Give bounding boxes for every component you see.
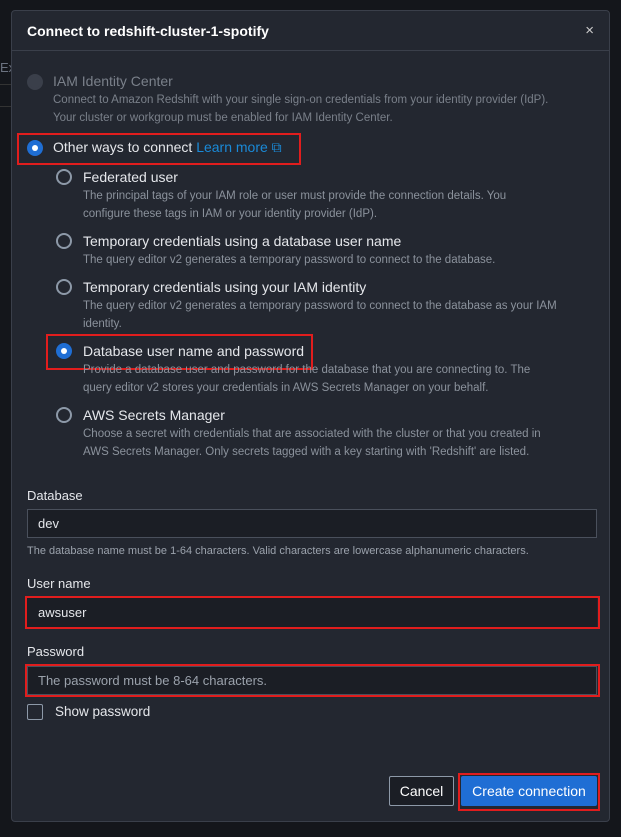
database-label: Database	[27, 488, 83, 503]
sub-label: Temporary credentials using a database u…	[83, 233, 402, 249]
external-link-icon[interactable]: ⧉	[272, 139, 282, 155]
username-label: User name	[27, 576, 91, 591]
password-input[interactable]	[27, 666, 597, 695]
password-label: Password	[27, 644, 85, 659]
close-icon[interactable]: ×	[585, 22, 594, 39]
sub-label: Database user name and password	[83, 343, 305, 359]
username-input[interactable]	[27, 598, 597, 627]
radio-secrets-manager[interactable]	[56, 407, 72, 423]
show-password-label[interactable]: Show password	[55, 704, 150, 719]
database-hint: The database name must be 1-64 character…	[27, 545, 529, 557]
divider	[0, 106, 11, 107]
radio-federated-user[interactable]	[56, 169, 72, 185]
sub-label: Temporary credentials using your IAM ide…	[83, 279, 367, 295]
other-ways-label: Other ways to connect Learn more ⧉	[53, 139, 282, 155]
sub-desc: The query editor v2 generates a temporar…	[83, 254, 496, 266]
learn-more-link[interactable]: Learn more	[196, 139, 268, 155]
sub-label: Federated user	[83, 169, 178, 185]
show-password-checkbox[interactable]	[27, 704, 43, 720]
cancel-button[interactable]: Cancel	[389, 776, 454, 806]
sub-desc: The query editor v2 generates a temporar…	[83, 300, 557, 330]
sub-desc: Choose a secret with credentials that ar…	[83, 428, 541, 458]
radio-db-user-password[interactable]	[56, 343, 72, 359]
dialog-header: Connect to redshift-cluster-1-spotify ×	[12, 11, 609, 51]
sub-desc: Provide a database user and password for…	[83, 364, 531, 394]
sub-label: AWS Secrets Manager	[83, 407, 225, 423]
create-connection-button[interactable]: Create connection	[461, 776, 597, 806]
radio-iam-identity-center	[27, 74, 43, 90]
sub-desc: The principal tags of your IAM role or u…	[83, 190, 507, 220]
radio-other-ways[interactable]	[27, 140, 43, 156]
connect-dialog: Connect to redshift-cluster-1-spotify × …	[11, 10, 610, 822]
iam-identity-center-label: IAM Identity Center	[53, 73, 173, 89]
database-input[interactable]	[27, 509, 597, 538]
dialog-title: Connect to redshift-cluster-1-spotify	[27, 22, 269, 39]
iam-desc: Connect to Amazon Redshift with your sin…	[53, 94, 549, 124]
divider	[0, 84, 11, 85]
radio-temp-db-user[interactable]	[56, 233, 72, 249]
radio-temp-iam[interactable]	[56, 279, 72, 295]
